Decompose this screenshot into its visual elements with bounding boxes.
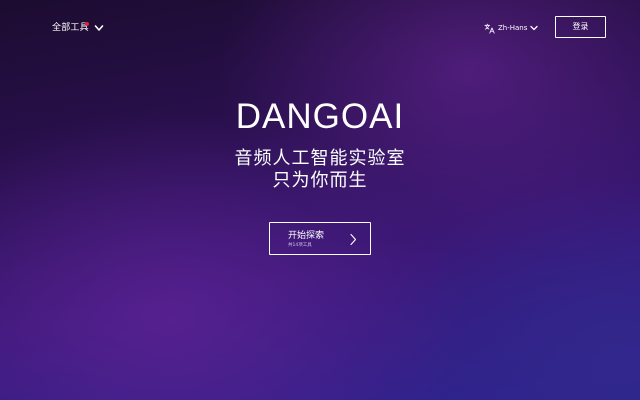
- tool-count-label: 共14项工具: [288, 243, 312, 248]
- chevron-down-icon: [94, 25, 104, 31]
- notification-dot: [85, 22, 89, 26]
- chevron-right-icon: [350, 233, 357, 246]
- language-selector[interactable]: Zh-Hans: [484, 20, 539, 36]
- translate-icon: [484, 23, 495, 33]
- all-tools-menu[interactable]: 全部工具: [52, 20, 104, 36]
- language-label: Zh-Hans: [498, 24, 528, 32]
- hero-subtitle-line-2: 只为你而生: [272, 170, 368, 191]
- chevron-down-icon: [530, 25, 539, 31]
- hero-title: DANGOAI: [235, 97, 405, 136]
- hero-subtitle-line-1: 音频人工智能实验室: [234, 148, 406, 169]
- start-explore-button[interactable]: 开始探索 共14项工具: [269, 222, 371, 255]
- all-tools-label: 全部工具: [52, 23, 89, 33]
- start-explore-label: 开始探索: [288, 231, 325, 241]
- top-navigation: 全部工具 Zh-Hans 登录: [0, 0, 640, 56]
- login-button[interactable]: 登录: [555, 16, 606, 38]
